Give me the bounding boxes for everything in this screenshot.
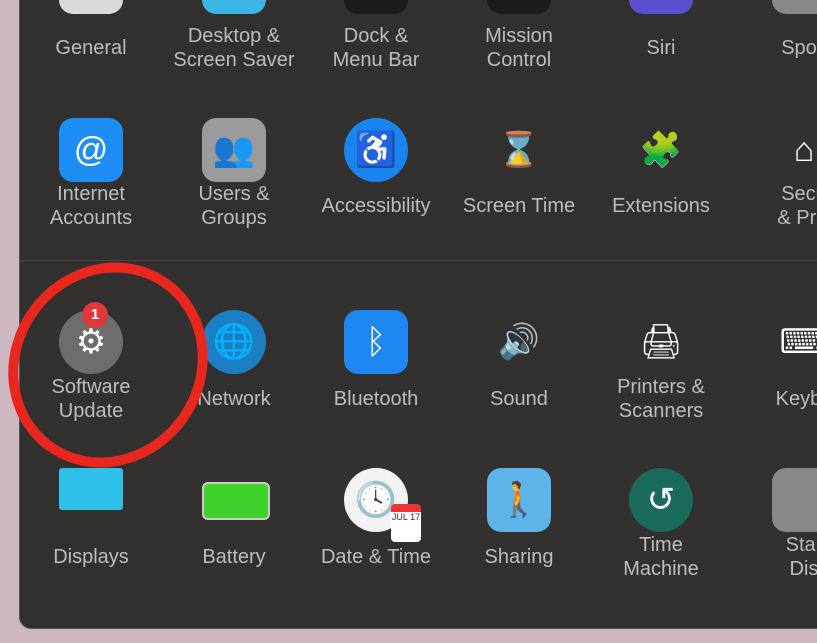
pane-label-line: Mission xyxy=(485,25,553,47)
pane-label: Software Update xyxy=(20,375,172,423)
pane-label-line: Groups xyxy=(201,207,267,229)
pane-label-line: Desktop & xyxy=(187,25,281,47)
pane-label: Sound xyxy=(438,387,600,411)
pane-label-line: Network xyxy=(197,388,271,410)
disk-icon xyxy=(772,468,817,532)
pane-label-line: Update xyxy=(58,400,124,422)
pane-label-line: Date & Time xyxy=(320,546,432,568)
pane-label: Battery xyxy=(153,545,315,569)
speaker-icon: 🔊 xyxy=(497,323,541,361)
time-machine-icon: ↺ xyxy=(629,468,693,532)
pane-label-line: Siri xyxy=(646,37,676,59)
at-icon: @ xyxy=(59,118,123,182)
pane-label-line: Screen Time xyxy=(462,195,576,217)
pane-label-line: Sharing xyxy=(484,546,554,568)
pane-label: Sharing xyxy=(438,545,600,569)
pane-label-line: Dis xyxy=(789,558,817,580)
globe-icon: 🌐 xyxy=(202,310,266,374)
pane-label-line: Battery xyxy=(202,546,266,568)
pane-label-line: Accounts xyxy=(49,207,133,229)
hourglass-icon: ⌛ xyxy=(497,131,541,169)
pane-label-line: Dock & xyxy=(343,25,409,47)
pane-label-line: Internet xyxy=(57,183,125,205)
pane-label: Date & Time xyxy=(295,545,457,569)
folder-icon: 🚶 xyxy=(487,468,551,532)
house-lock-icon: ⌂ xyxy=(793,130,815,169)
pane-label-line: Printers & xyxy=(617,376,705,398)
puzzle-icon: 🧩 xyxy=(639,131,683,169)
battery-icon xyxy=(202,482,270,520)
pane-label: Desktop & Screen Saver xyxy=(153,24,315,72)
pane-label-line: Machine xyxy=(623,558,699,580)
general-icon xyxy=(59,0,123,14)
users-icon: 👥 xyxy=(202,118,266,182)
pane-label: Displays xyxy=(20,545,172,569)
pane-label-line: Control xyxy=(486,49,552,71)
siri-icon xyxy=(629,0,693,14)
pane-label: Screen Time xyxy=(438,194,600,218)
pane-label: Time Machine xyxy=(580,533,742,581)
mission-control-icon xyxy=(487,0,551,14)
pane-label-line: Displays xyxy=(53,546,129,568)
notification-badge: 1 xyxy=(82,302,108,328)
desktop-icon xyxy=(202,0,266,14)
pane-label-line: Secu xyxy=(781,183,817,205)
accessibility-icon: ♿ xyxy=(344,118,408,182)
pane-label: StarDis xyxy=(723,533,817,581)
pane-label: Users & Groups xyxy=(153,182,315,230)
pane-label: Keybo xyxy=(723,387,817,411)
pane-label: Dock & Menu Bar xyxy=(295,24,457,72)
pane-label-line: Sound xyxy=(490,388,548,410)
keyboard-icon: ⌨ xyxy=(772,310,817,374)
bluetooth-icon: ᛒ xyxy=(344,310,408,374)
system-preferences-window: General Desktop & Screen Saver Dock & Menu B… xyxy=(19,0,817,629)
pane-label-line: Bluetooth xyxy=(333,388,419,410)
spotlight-icon xyxy=(772,0,817,14)
pane-label: Extensions xyxy=(580,194,742,218)
pane-label-line: Star xyxy=(785,534,817,556)
section-divider xyxy=(20,260,817,261)
pane-label-line: Accessibility xyxy=(321,195,431,217)
display-icon xyxy=(59,468,123,510)
pane-label: Internet Accounts xyxy=(20,182,172,230)
pane-label: Printers & Scanners xyxy=(580,375,742,423)
pane-label: Mission Control xyxy=(438,24,600,72)
pane-label-line: Extensions xyxy=(612,195,710,217)
pane-label-line: Time xyxy=(639,534,683,556)
pane-label: Secu& Priv xyxy=(723,182,817,230)
printer-icon: 🖨 xyxy=(639,323,683,361)
pane-label: Network xyxy=(153,387,315,411)
pane-label-line: Keybo xyxy=(775,388,817,410)
pane-label-line: Software xyxy=(51,376,131,398)
dock-icon xyxy=(344,0,408,14)
pane-label-line: Screen Saver xyxy=(173,49,295,71)
pane-label-line: & Priv xyxy=(777,207,817,229)
pane-label: Spotl xyxy=(723,36,817,60)
calendar-icon: JUL 17 xyxy=(391,504,421,542)
pane-label: Accessibility xyxy=(295,194,457,218)
pane-label: General xyxy=(20,36,172,60)
pane-label-line: Users & xyxy=(198,183,270,205)
pane-label-line: Scanners xyxy=(618,400,704,422)
pane-label: Bluetooth xyxy=(295,387,457,411)
pane-label-line: Spotl xyxy=(781,37,817,59)
pane-label-line: General xyxy=(55,37,127,59)
pane-label-line: Menu Bar xyxy=(332,49,420,71)
pane-label: Siri xyxy=(580,36,742,60)
